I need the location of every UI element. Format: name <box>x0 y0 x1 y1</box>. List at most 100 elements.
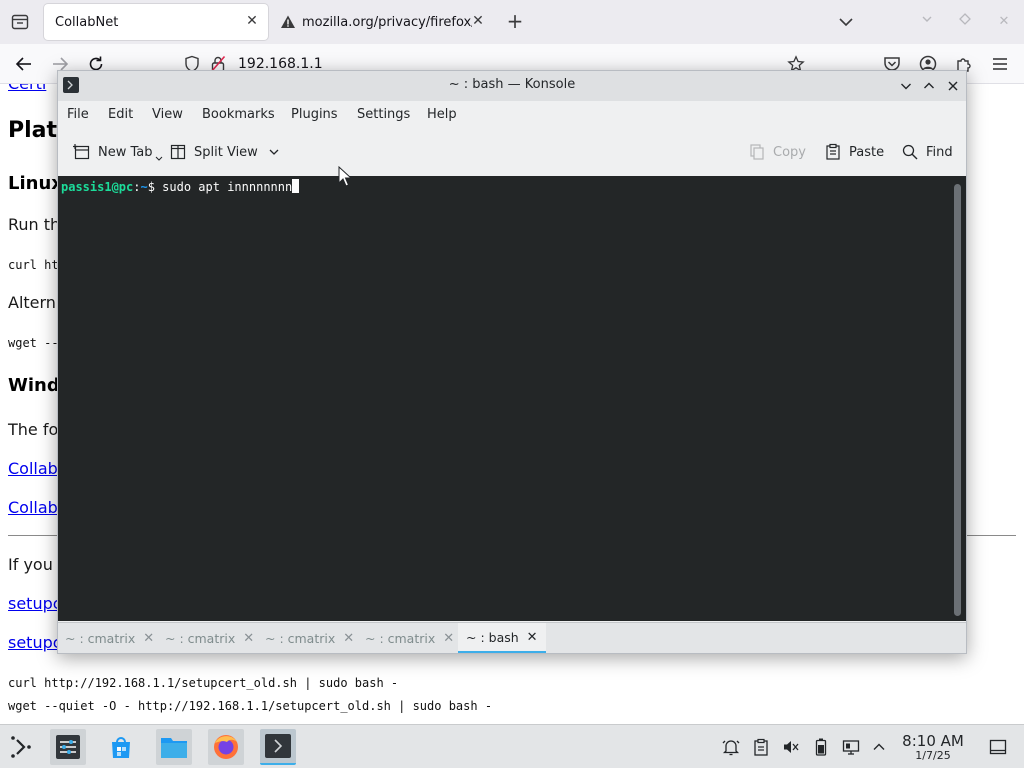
certificate-link[interactable]: Certi <box>8 84 46 93</box>
close-tab-icon[interactable]: ✕ <box>243 631 254 646</box>
prompt-path: ~ <box>140 180 148 194</box>
show-desktop-icon[interactable] <box>988 737 1008 757</box>
konsole-tab-cmatrix-1[interactable]: ~ : cmatrix ✕ <box>65 623 154 653</box>
split-view-label: Split View <box>194 144 258 160</box>
copy-button[interactable]: Copy <box>748 141 806 163</box>
close-tab-icon[interactable]: ✕ <box>244 13 260 29</box>
collabnet-link-1[interactable]: Collab <box>8 459 58 478</box>
setupcert-link-1[interactable]: setupc <box>8 594 62 613</box>
if-you-text: If you <box>8 555 53 574</box>
volume-muted-icon[interactable] <box>781 737 801 757</box>
konsole-tab-cmatrix-4[interactable]: ~ : cmatrix ✕ <box>365 623 454 653</box>
maximize-icon[interactable] <box>919 76 939 96</box>
minimize-icon[interactable] <box>896 76 916 96</box>
konsole-window[interactable]: ~ : bash — Konsole File Edit View Bookma… <box>57 70 967 654</box>
curl-command-partial: curl ht <box>8 258 59 272</box>
close-tab-icon[interactable]: ✕ <box>470 13 486 29</box>
konsole-titlebar[interactable]: ~ : bash — Konsole <box>58 71 966 101</box>
find-label: Find <box>926 144 953 160</box>
window-minimize-icon[interactable] <box>917 12 937 32</box>
new-tab-label: New Tab <box>98 144 153 160</box>
terminal-scrollbar[interactable] <box>954 184 961 616</box>
chevron-down-icon[interactable] <box>268 146 280 158</box>
platforms-heading: Plat <box>8 118 58 143</box>
split-view-button[interactable]: Split View <box>169 141 280 163</box>
terminal-prompt-line: passis1@pc:~$ sudo apt innnnnnnn <box>61 179 300 195</box>
tab-label: ~ : cmatrix <box>265 630 336 646</box>
alternative-text: Altern <box>8 293 56 312</box>
back-arrow-icon[interactable] <box>14 54 34 74</box>
new-tab-icon <box>73 144 90 160</box>
tab-label: ~ : cmatrix <box>365 630 436 646</box>
battery-icon[interactable] <box>811 737 831 757</box>
close-tab-icon[interactable]: ✕ <box>527 630 538 645</box>
show-hidden-icons-chevron-icon[interactable] <box>869 737 889 757</box>
dolphin-file-manager-icon[interactable] <box>156 729 192 765</box>
run-instructions-text: Run th <box>8 215 61 234</box>
wget-setupcert-command: wget --quiet -O - http://192.168.1.1/set… <box>8 699 493 713</box>
curl-setupcert-command: curl http://192.168.1.1/setupcert_old.sh… <box>8 676 399 690</box>
close-icon[interactable] <box>943 76 963 96</box>
clock-date[interactable]: 1/7/25 <box>900 749 966 762</box>
konsole-menubar: File Edit View Bookmarks Plugins Setting… <box>58 101 966 129</box>
split-view-icon <box>170 144 186 160</box>
konsole-window-title: ~ : bash — Konsole <box>448 77 576 92</box>
browser-tab-mozilla-privacy[interactable]: mozilla.org/privacy/firefox/ ✕ <box>278 4 492 40</box>
discover-store-icon[interactable] <box>103 729 139 765</box>
paste-clipboard-icon <box>826 143 840 160</box>
menu-settings[interactable]: Settings <box>357 107 410 122</box>
clipboard-icon[interactable] <box>751 737 771 757</box>
warning-icon <box>281 15 295 28</box>
browser-tab-strip: CollabNet ✕ mozilla.org/privacy/firefox/… <box>0 0 1024 44</box>
copy-icon <box>750 144 764 160</box>
paste-button[interactable]: Paste <box>824 141 884 163</box>
konsole-tab-bash[interactable]: ~ : bash ✕ <box>458 623 546 653</box>
network-wired-icon[interactable] <box>841 737 861 757</box>
tab-label: ~ : bash <box>466 629 519 645</box>
search-icon <box>902 144 918 160</box>
linux-heading: Linux <box>8 173 63 194</box>
menu-help[interactable]: Help <box>427 107 457 122</box>
konsole-toolbar: New Tab Split View Copy Paste Find <box>58 133 966 169</box>
application-launcher-icon[interactable] <box>4 729 40 765</box>
close-tab-icon[interactable]: ✕ <box>143 631 154 646</box>
close-tab-icon[interactable]: ✕ <box>443 631 454 646</box>
tab-label: ~ : cmatrix <box>65 630 136 646</box>
wget-command-partial: wget -- <box>8 336 59 350</box>
terminal-display[interactable]: passis1@pc:~$ sudo apt innnnnnnn <box>58 176 966 621</box>
collabnet-link-2[interactable]: Collab <box>8 498 58 517</box>
konsole-tab-cmatrix-3[interactable]: ~ : cmatrix ✕ <box>265 623 354 653</box>
hamburger-menu-icon[interactable] <box>990 54 1010 74</box>
menu-file[interactable]: File <box>67 107 89 122</box>
menu-view[interactable]: View <box>152 107 183 122</box>
new-tab-plus-icon[interactable]: + <box>503 10 527 34</box>
menu-bookmarks[interactable]: Bookmarks <box>202 107 275 122</box>
typed-command: sudo apt innnnnnnn <box>162 180 293 194</box>
menu-edit[interactable]: Edit <box>108 107 133 122</box>
window-close-icon[interactable]: ✕ <box>994 12 1014 32</box>
browser-tab-title: mozilla.org/privacy/firefox/ <box>302 14 472 30</box>
find-button[interactable]: Find <box>901 141 953 163</box>
new-tab-button[interactable]: New Tab <box>73 141 163 163</box>
konsole-icon[interactable] <box>260 729 296 765</box>
prompt-user-host: passis1@pc <box>61 180 134 194</box>
konsole-tab-cmatrix-2[interactable]: ~ : cmatrix ✕ <box>165 623 254 653</box>
browser-tab-title: CollabNet <box>55 14 119 30</box>
notifications-bell-icon[interactable] <box>721 737 741 757</box>
window-maximize-icon[interactable] <box>955 12 975 32</box>
close-tab-icon[interactable]: ✕ <box>343 631 354 646</box>
dropdown-caret-icon <box>155 156 162 161</box>
setupcert-link-2[interactable]: setupc <box>8 633 62 652</box>
menu-plugins[interactable]: Plugins <box>291 107 338 122</box>
copy-label: Copy <box>773 144 806 160</box>
paste-label: Paste <box>849 144 885 160</box>
plasma-taskbar: 8:10 AM 1/7/25 <box>0 724 1024 768</box>
firefox-view-icon[interactable] <box>10 12 30 32</box>
tab-label: ~ : cmatrix <box>165 630 236 646</box>
mouse-pointer-icon <box>338 166 352 187</box>
list-all-tabs-chevron-icon[interactable] <box>836 12 856 32</box>
clock-time[interactable]: 8:10 AM <box>900 732 966 750</box>
browser-tab-collabnet[interactable]: CollabNet ✕ <box>44 4 268 40</box>
firefox-icon[interactable] <box>208 729 244 765</box>
system-settings-icon[interactable] <box>50 729 86 765</box>
